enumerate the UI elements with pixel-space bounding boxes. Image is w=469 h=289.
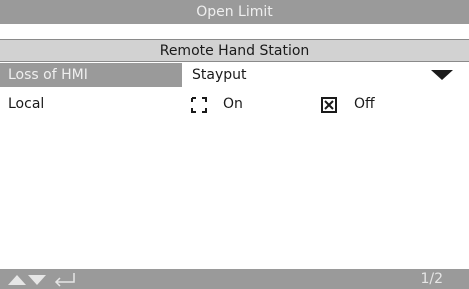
option-label-off: Off bbox=[354, 96, 375, 112]
setting-label: Local bbox=[8, 96, 45, 112]
up-arrow-icon[interactable] bbox=[8, 275, 26, 285]
window-title: Open Limit bbox=[0, 0, 469, 24]
down-arrow-icon[interactable] bbox=[28, 275, 46, 285]
checkbox-off[interactable] bbox=[321, 97, 337, 113]
setting-row-loss-of-hmi[interactable]: Loss of HMI Stayput bbox=[0, 63, 469, 87]
page-indicator: 1/2 bbox=[420, 271, 443, 287]
footer-bar: 1/2 bbox=[0, 269, 469, 289]
setting-value[interactable]: Stayput bbox=[192, 63, 247, 87]
section-title: Remote Hand Station bbox=[0, 39, 469, 62]
option-label-on: On bbox=[223, 96, 243, 112]
setting-label: Loss of HMI bbox=[0, 63, 182, 87]
setting-row-local: Local On Off bbox=[0, 92, 469, 116]
dropdown-arrow-icon[interactable] bbox=[431, 70, 453, 80]
checkbox-on[interactable] bbox=[191, 97, 207, 113]
navigation-icons bbox=[8, 273, 75, 287]
enter-icon[interactable] bbox=[54, 273, 75, 287]
